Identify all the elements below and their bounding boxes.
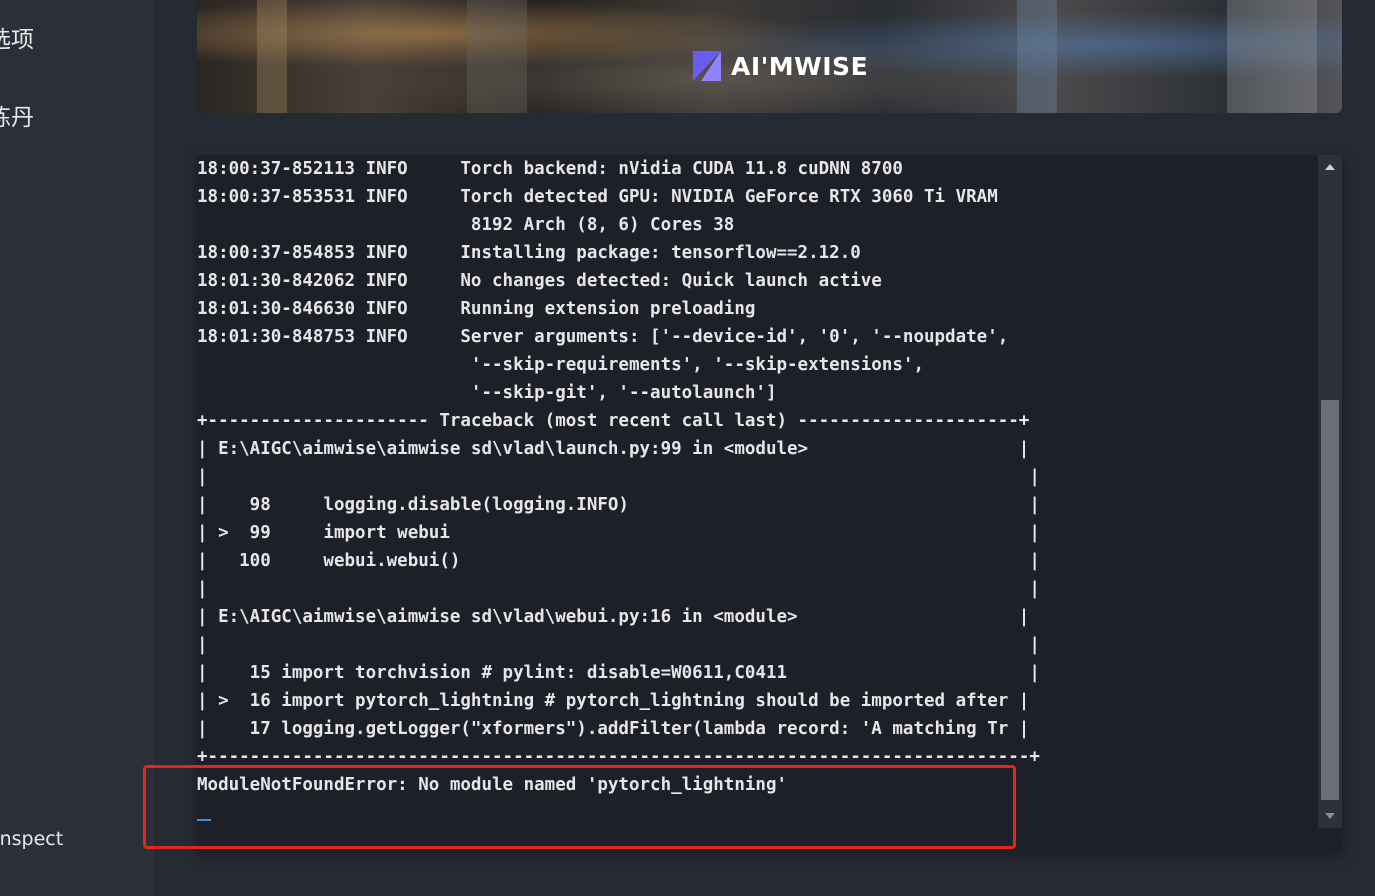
console-line: 18:00:37-852113 INFO Torch backend: nVid… bbox=[197, 159, 903, 179]
error-highlight-box bbox=[143, 765, 1016, 849]
console-scrollbar[interactable] bbox=[1318, 155, 1342, 828]
console-line: | E:\AIGC\aimwise\aimwise sd\vlad\launch… bbox=[197, 439, 1030, 459]
sidebar-item-options[interactable]: 选项 bbox=[0, 20, 34, 54]
console-line: | | bbox=[197, 579, 1040, 599]
banner-decoration bbox=[1227, 0, 1317, 113]
console-line: | 98 logging.disable(logging.INFO) | bbox=[197, 495, 1040, 515]
banner-decoration bbox=[467, 0, 527, 113]
console-output[interactable]: 18:00:37-852113 INFO Torch backend: nVid… bbox=[197, 155, 1342, 851]
console-line: '--skip-requirements', '--skip-extension… bbox=[197, 355, 924, 375]
console-line: | 100 webui.webui() | bbox=[197, 551, 1040, 571]
banner-decoration bbox=[1017, 0, 1057, 113]
console-line: 8192 Arch (8, 6) Cores 38 bbox=[197, 215, 735, 235]
sidebar-item-training[interactable]: 炼丹 bbox=[0, 98, 34, 132]
banner-image: AI'MWISE bbox=[197, 0, 1342, 113]
scroll-up-arrow-icon[interactable] bbox=[1318, 155, 1342, 179]
console-line: | > 99 import webui | bbox=[197, 523, 1040, 543]
console-line: 18:01:30-848753 INFO Server arguments: [… bbox=[197, 327, 1009, 347]
console-line: +--------------------- Traceback (most r… bbox=[197, 411, 1030, 431]
aimwise-logo-icon bbox=[693, 51, 721, 81]
scrollbar-thumb[interactable] bbox=[1321, 400, 1339, 800]
console-line: 18:01:30-846630 INFO Running extension p… bbox=[197, 299, 756, 319]
console-line: 18:01:30-842062 INFO No changes detected… bbox=[197, 271, 882, 291]
sidebar: 选项 炼丹 Inspect bbox=[0, 0, 156, 896]
console-line: 18:00:37-854853 INFO Installing package:… bbox=[197, 243, 861, 263]
console-line: | E:\AIGC\aimwise\aimwise sd\vlad\webui.… bbox=[197, 607, 1030, 627]
console-line: | 17 logging.getLogger("xformers").addFi… bbox=[197, 719, 1030, 739]
console-line: | | bbox=[197, 467, 1040, 487]
app-window: 选项 炼丹 Inspect AI'MWISE 18:00:37-852113 I… bbox=[0, 0, 1375, 896]
console-line: 18:00:37-853531 INFO Torch detected GPU:… bbox=[197, 187, 998, 207]
console-line: | | bbox=[197, 635, 1040, 655]
sidebar-item-inspect[interactable]: Inspect bbox=[0, 828, 63, 850]
console-line: '--skip-git', '--autolaunch'] bbox=[197, 383, 777, 403]
scroll-down-arrow-icon[interactable] bbox=[1318, 804, 1342, 828]
aimwise-logo: AI'MWISE bbox=[691, 48, 868, 84]
console-line: | 15 import torchvision # pylint: disabl… bbox=[197, 663, 1040, 683]
banner-decoration bbox=[257, 0, 287, 113]
logo-text: AI'MWISE bbox=[731, 51, 869, 81]
console-log: 18:00:37-852113 INFO Torch backend: nVid… bbox=[197, 155, 1315, 799]
console-line: | > 16 import pytorch_lightning # pytorc… bbox=[197, 691, 1030, 711]
